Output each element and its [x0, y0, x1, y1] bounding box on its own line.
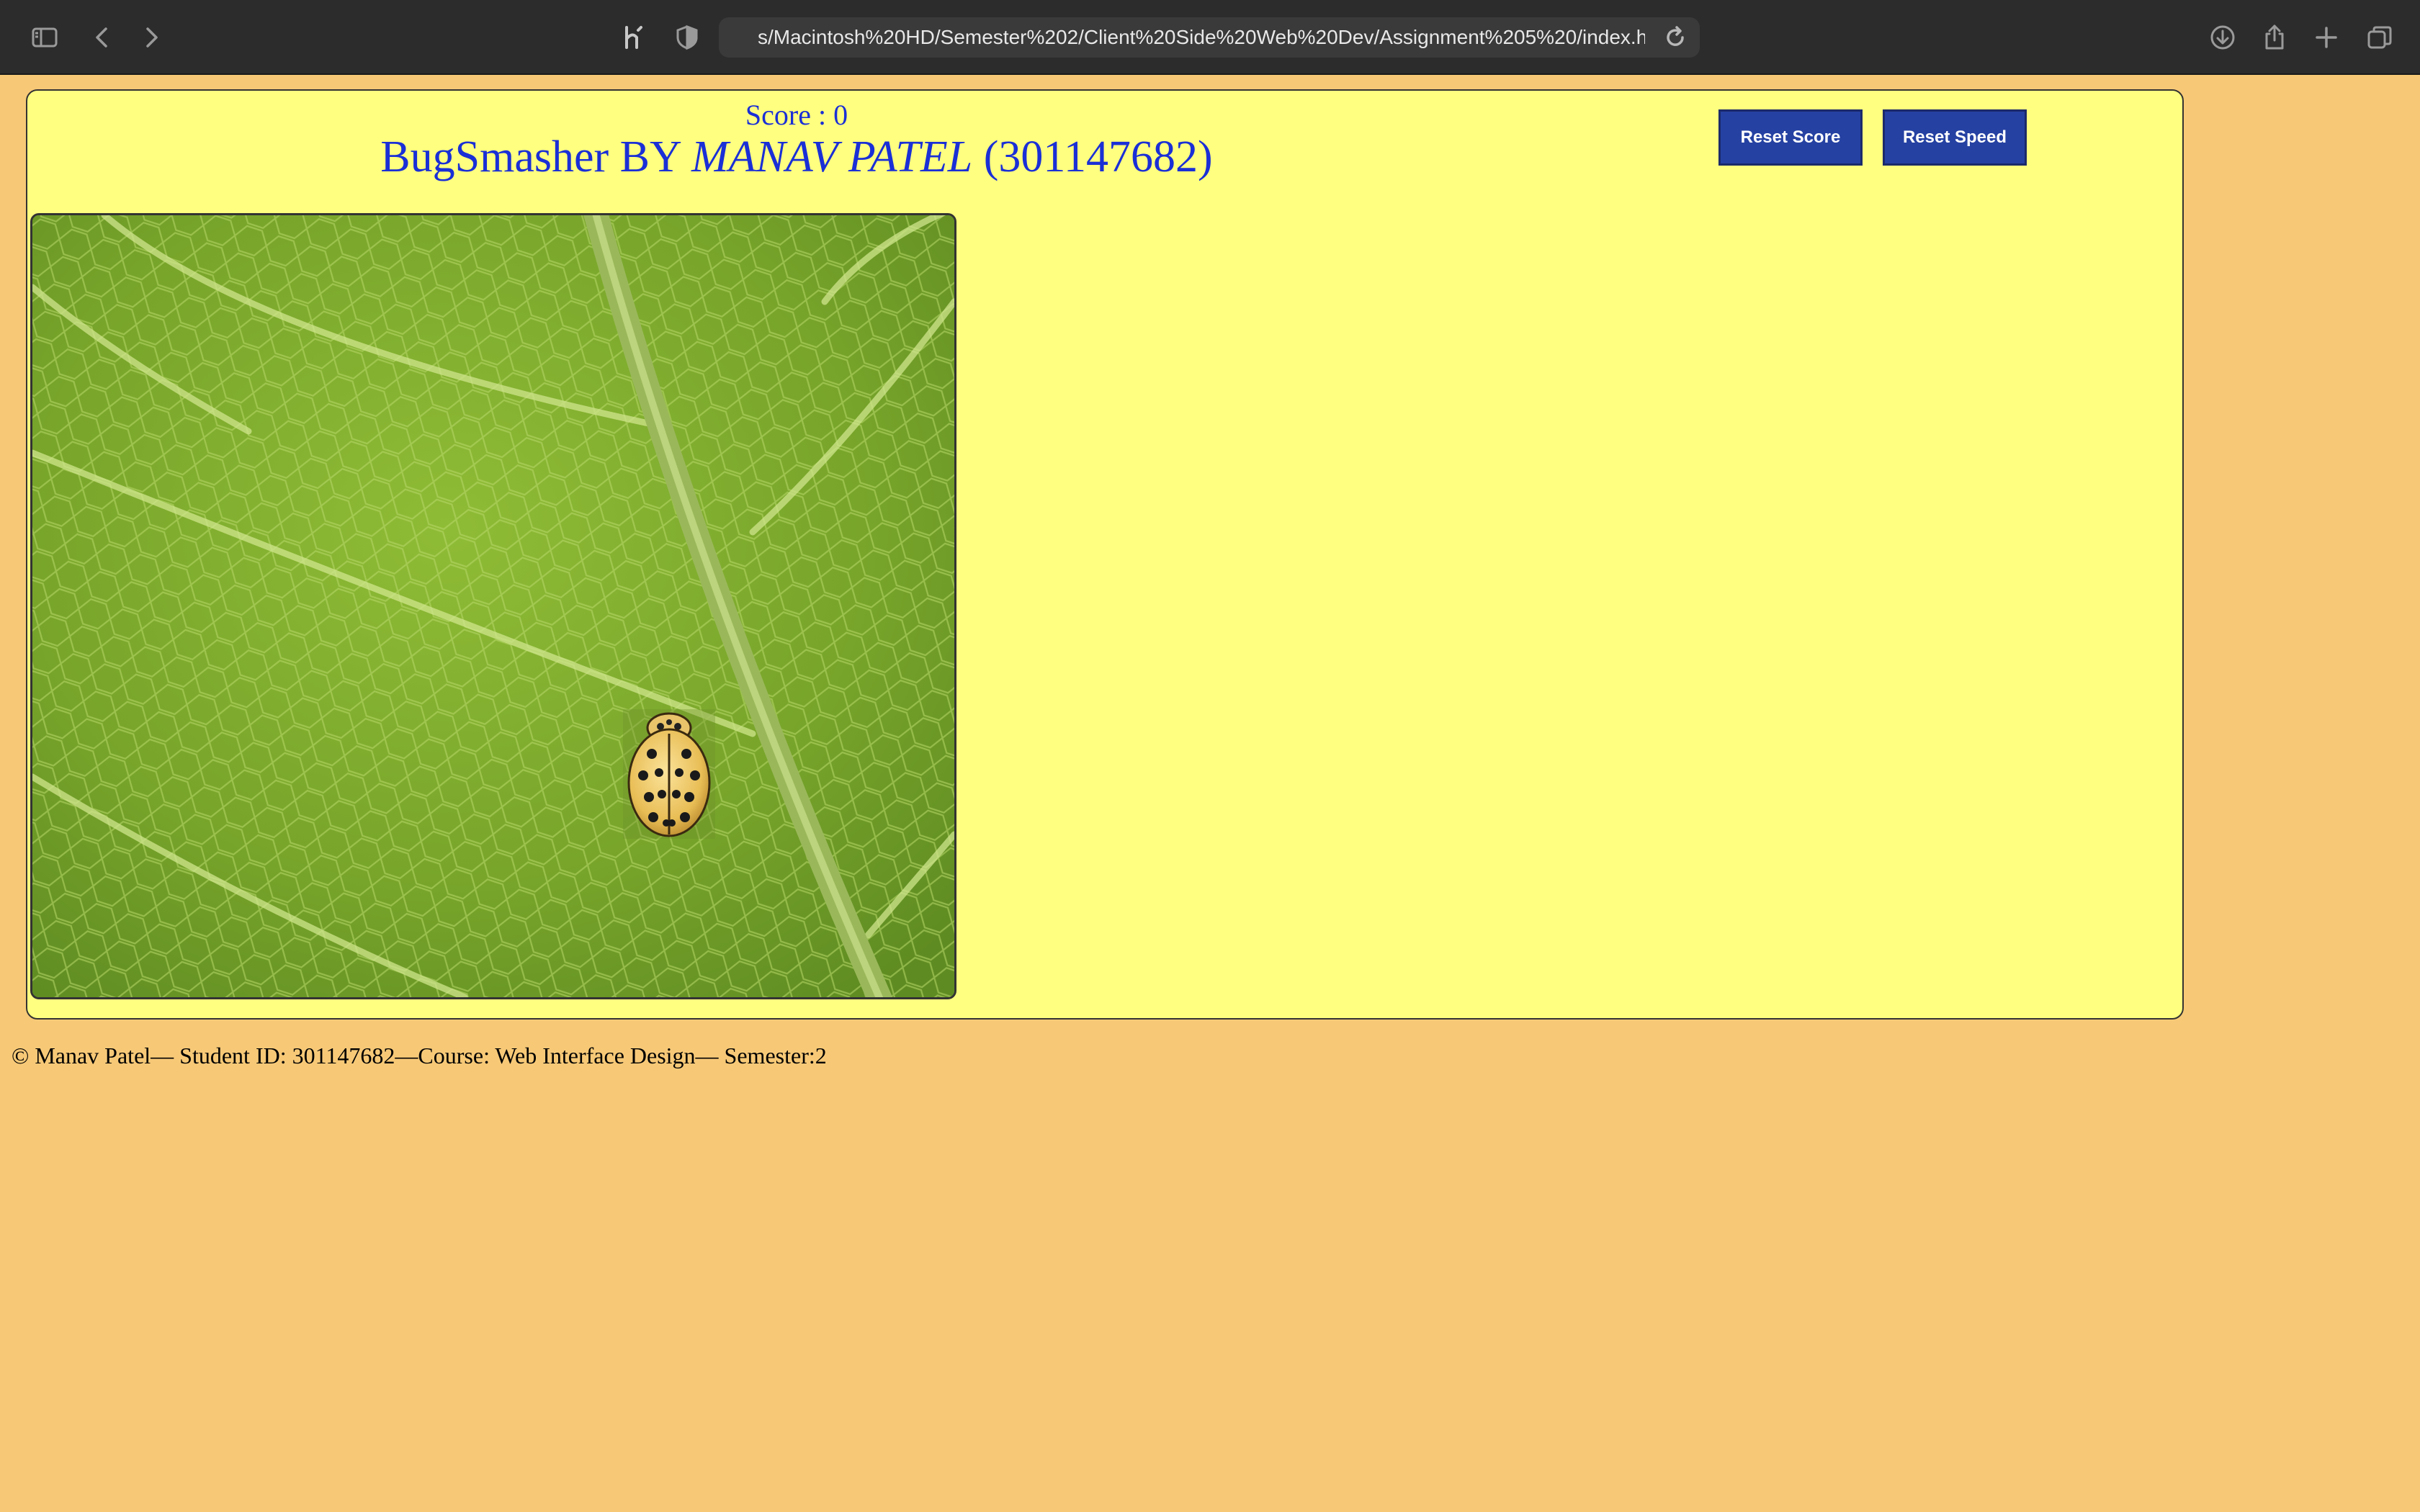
title-prefix: BugSmasher BY [380, 132, 691, 181]
title-author-name: MANAV PATEL [691, 132, 973, 181]
reload-icon[interactable] [1661, 23, 1690, 52]
download-icon[interactable] [2205, 20, 2240, 55]
address-bar[interactable]: s/Macintosh%20HD/Semester%202/Client%20S… [719, 17, 1700, 58]
sidebar-icon[interactable] [27, 20, 62, 55]
share-icon[interactable] [2257, 20, 2292, 55]
new-tab-icon[interactable] [2309, 20, 2344, 55]
score-display: Score : 0 [745, 99, 848, 131]
shield-icon[interactable] [670, 20, 704, 55]
url-text[interactable]: s/Macintosh%20HD/Semester%202/Client%20S… [758, 17, 1645, 58]
page-footer: © Manav Patel— Student ID: 301147682—Cou… [12, 1043, 827, 1068]
ladybug-target[interactable] [623, 709, 715, 839]
page-title: BugSmasher BY MANAV PATEL (301147682) [27, 128, 1566, 186]
forward-icon[interactable] [134, 20, 169, 55]
browser-toolbar: s/Macintosh%20HD/Semester%202/Client%20S… [0, 0, 2420, 75]
reset-speed-button[interactable]: Reset Speed [1883, 109, 2027, 166]
tab-overview-icon[interactable] [2362, 20, 2397, 55]
back-icon[interactable] [85, 20, 120, 55]
extension-icon[interactable] [615, 20, 650, 55]
game-canvas[interactable] [30, 213, 956, 999]
game-panel: Score : 0 BugSmasher BY MANAV PATEL (301… [26, 89, 2184, 1020]
title-student-id: (301147682) [972, 132, 1213, 181]
leaf-background-image [32, 215, 954, 997]
reset-score-button[interactable]: Reset Score [1718, 109, 1863, 166]
